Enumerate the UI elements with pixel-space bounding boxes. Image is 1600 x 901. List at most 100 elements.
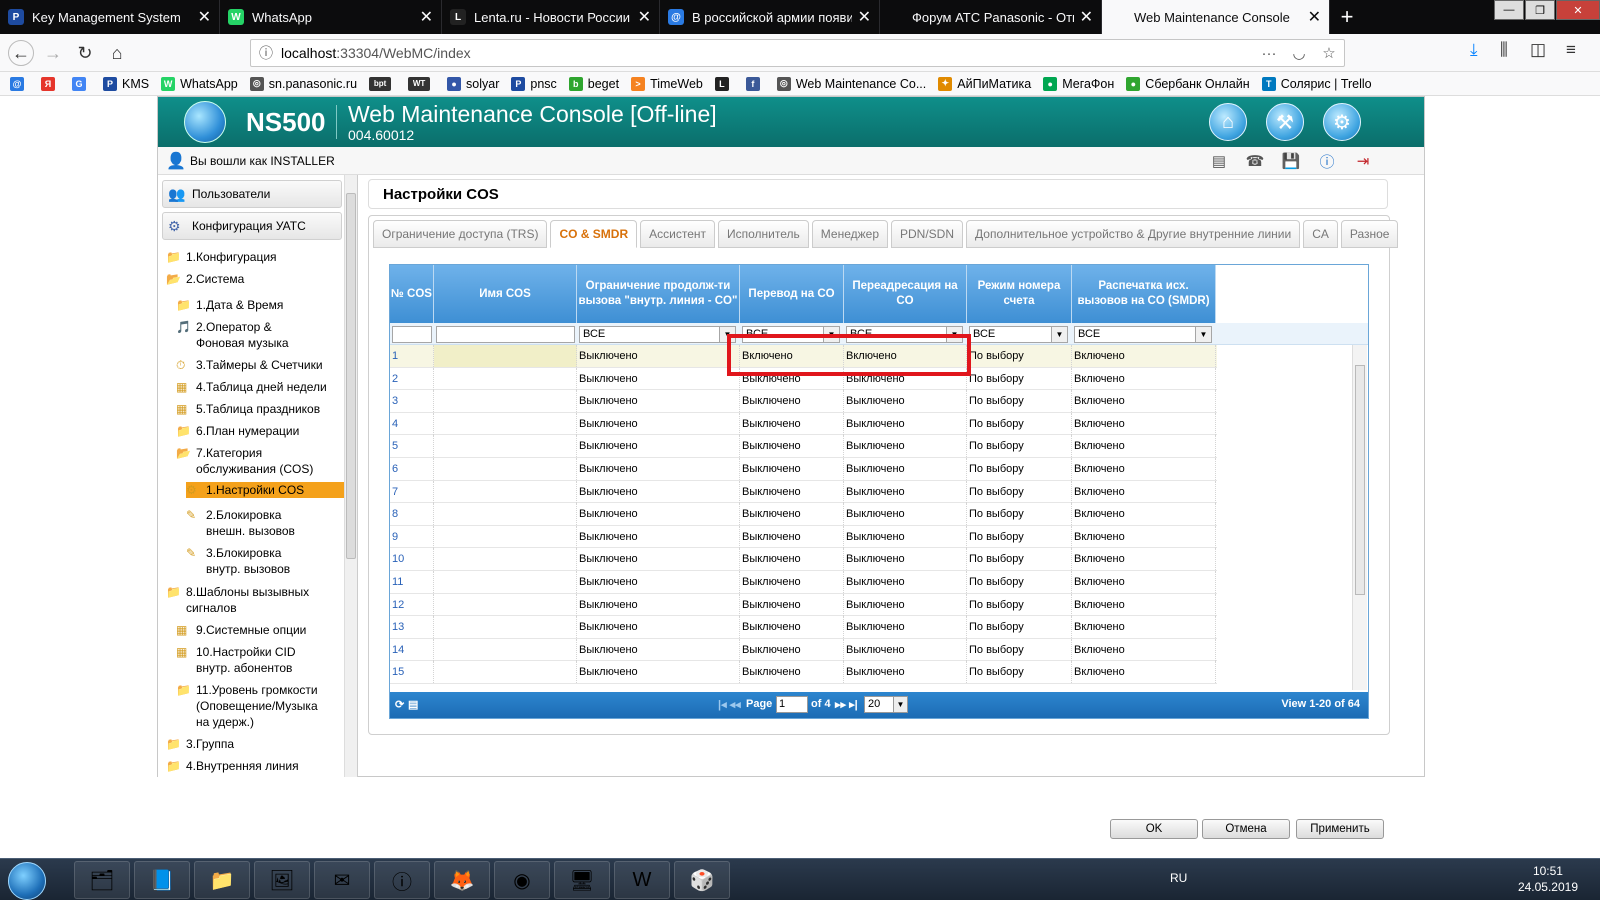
new-tab-button[interactable]: + <box>1330 0 1364 34</box>
table-cell[interactable]: Выключено <box>577 503 740 526</box>
tree-item[interactable]: 📁 8.Шаблоны вызывных сигналов <box>166 584 326 616</box>
table-row[interactable]: 13 Выключено Выключено Выключено По выбору Вк… <box>390 616 1217 639</box>
column-header[interactable]: Перевод на CO <box>740 265 844 323</box>
tree-item[interactable]: ✎ 3.Блокировка внутр. вызовов <box>186 545 316 577</box>
table-cell[interactable]: Выключено <box>577 571 740 593</box>
table-cell[interactable]: Выключено <box>740 548 844 571</box>
tree-item[interactable]: ⚙ 1.Настройки COS <box>186 482 344 498</box>
browser-tab[interactable]: W WhatsApp ✕ <box>220 0 442 34</box>
table-cell[interactable]: Выключено <box>844 638 967 661</box>
table-cell[interactable] <box>434 593 577 616</box>
notepad-icon[interactable]: 📘 <box>134 861 190 899</box>
report-icon[interactable]: ▤ <box>1208 151 1230 171</box>
site-info-icon[interactable]: ⓘ <box>251 43 281 63</box>
start-button[interactable] <box>8 862 46 900</box>
table-row[interactable]: 3 Выключено Выключено Выключено По выбору Вкл… <box>390 390 1217 413</box>
refresh-icon[interactable]: ⟳ <box>395 698 404 711</box>
table-cell[interactable]: По выбору <box>967 435 1072 458</box>
table-cell[interactable]: Выключено <box>844 593 967 616</box>
table-cell[interactable]: По выбору <box>967 480 1072 503</box>
export-icon[interactable]: ▤ <box>408 698 418 711</box>
table-row[interactable]: 8 Выключено Выключено Выключено По выбору Вкл… <box>390 503 1217 526</box>
table-cell[interactable]: Включено <box>1072 390 1216 413</box>
tree-item[interactable]: 📁 4.Внутренняя линия <box>166 758 336 774</box>
table-cell[interactable]: 9 <box>390 525 434 548</box>
language-indicator[interactable]: RU <box>1170 871 1187 885</box>
photo-icon[interactable]: 🖼 <box>254 861 310 899</box>
table-cell[interactable]: По выбору <box>967 458 1072 480</box>
table-cell[interactable] <box>434 480 577 503</box>
sidebar-head-pbx-config[interactable]: ⚙ Конфигурация УАТС <box>162 212 342 240</box>
table-cell[interactable]: По выбору <box>967 390 1072 413</box>
table-cell[interactable]: 7 <box>390 480 434 503</box>
table-cell[interactable]: 2 <box>390 367 434 390</box>
table-cell[interactable]: Выключено <box>577 661 740 684</box>
table-cell[interactable]: Выключено <box>844 616 967 639</box>
settings-tab[interactable]: Разное <box>1340 220 1399 248</box>
close-tab-icon[interactable]: ✕ <box>858 7 871 27</box>
table-cell[interactable]: Выключено <box>740 390 844 413</box>
bookmark-item[interactable]: f <box>745 76 765 91</box>
first-page-icon[interactable]: |◂ ◂◂ <box>718 698 741 711</box>
rows-per-page-select[interactable]: 20 ▼ <box>864 696 908 713</box>
ok-button[interactable]: OK <box>1110 819 1198 839</box>
address-bar[interactable]: ⓘ localhost:33304/WebMC/index ··· ◡ ☆ <box>250 39 1345 67</box>
table-cell[interactable] <box>434 525 577 548</box>
table-cell[interactable]: Включено <box>1072 345 1216 367</box>
table-cell[interactable]: Выключено <box>740 480 844 503</box>
table-cell[interactable]: 11 <box>390 571 434 593</box>
filter-select[interactable]: ВСЕ ▼ <box>1074 326 1212 343</box>
table-cell[interactable]: Выключено <box>844 435 967 458</box>
table-cell[interactable]: Включено <box>1072 638 1216 661</box>
bookmark-item[interactable]: > TimeWeb <box>631 76 703 91</box>
table-cell[interactable]: Включено <box>1072 412 1216 435</box>
table-cell[interactable]: Выключено <box>577 458 740 480</box>
table-cell[interactable]: 3 <box>390 390 434 413</box>
table-cell[interactable]: Включено <box>1072 503 1216 526</box>
tree-item[interactable]: ▦ 9.Системные опции <box>176 622 341 638</box>
table-cell[interactable]: По выбору <box>967 616 1072 639</box>
tree-item[interactable]: ▦ 4.Таблица дней недели <box>176 379 341 395</box>
table-row[interactable]: 9 Выключено Выключено Выключено По выбору Вкл… <box>390 525 1217 549</box>
table-cell[interactable] <box>434 571 577 593</box>
column-header[interactable]: Переадресация на CO <box>844 265 967 323</box>
table-row[interactable]: 12 Выключено Выключено Выключено По выбору Вк… <box>390 593 1217 617</box>
table-cell[interactable] <box>434 435 577 458</box>
table-cell[interactable]: Включено <box>1072 571 1216 593</box>
filter-input[interactable] <box>436 326 575 343</box>
table-cell[interactable] <box>434 616 577 639</box>
tree-item[interactable]: 📁 11.Уровень громкости (Оповещение/Музыка… <box>176 682 326 730</box>
table-cell[interactable]: Выключено <box>740 412 844 435</box>
table-row[interactable]: 4 Выключено Выключено Выключено По выбору Вкл… <box>390 412 1217 436</box>
filter-select[interactable]: ВСЕ ▼ <box>969 326 1068 343</box>
back-icon[interactable]: ← <box>8 40 34 66</box>
table-cell[interactable] <box>434 661 577 684</box>
browser-tab[interactable]: @ В российской армии появила ✕ <box>660 0 880 34</box>
address-url[interactable]: localhost:33304/WebMC/index <box>281 45 1254 61</box>
column-header[interactable]: Распечатка исх. вызовов на CO (SMDR) <box>1072 265 1216 323</box>
table-cell[interactable]: Включено <box>1072 548 1216 571</box>
tree-item[interactable]: ⏱ 3.Таймеры & Счетчики <box>176 357 341 373</box>
table-row[interactable]: 6 Выключено Выключено Выключено По выбору Вкл… <box>390 458 1217 481</box>
table-cell[interactable] <box>434 503 577 526</box>
close-tab-icon[interactable]: ✕ <box>1308 7 1321 27</box>
info-icon[interactable]: ⓘ <box>1316 151 1338 171</box>
bookmark-star-icon[interactable]: ☆ <box>1314 44 1344 62</box>
bookmark-item[interactable]: L <box>714 76 734 91</box>
browser-tab[interactable]: Форум АТС Panasonic - Ответить ✕ <box>880 0 1102 34</box>
table-cell[interactable]: По выбору <box>967 525 1072 548</box>
firefox-icon[interactable]: 🦊 <box>434 861 490 899</box>
game-icon[interactable]: 🎲 <box>674 861 730 899</box>
table-cell[interactable]: Выключено <box>577 412 740 435</box>
info-icon[interactable]: ⓘ <box>374 861 430 899</box>
settings-tab[interactable]: Менеджер <box>811 220 888 248</box>
table-cell[interactable]: 12 <box>390 593 434 616</box>
table-cell[interactable]: Включено <box>1072 367 1216 390</box>
table-cell[interactable]: Выключено <box>844 458 967 480</box>
table-cell[interactable]: Выключено <box>740 661 844 684</box>
table-cell[interactable] <box>434 390 577 413</box>
bookmark-item[interactable]: ◎ Web Maintenance Co... <box>776 76 926 91</box>
bookmark-item[interactable]: G <box>72 76 91 91</box>
table-cell[interactable]: По выбору <box>967 345 1072 367</box>
tree-item[interactable]: 📂 2.Система <box>166 271 336 287</box>
